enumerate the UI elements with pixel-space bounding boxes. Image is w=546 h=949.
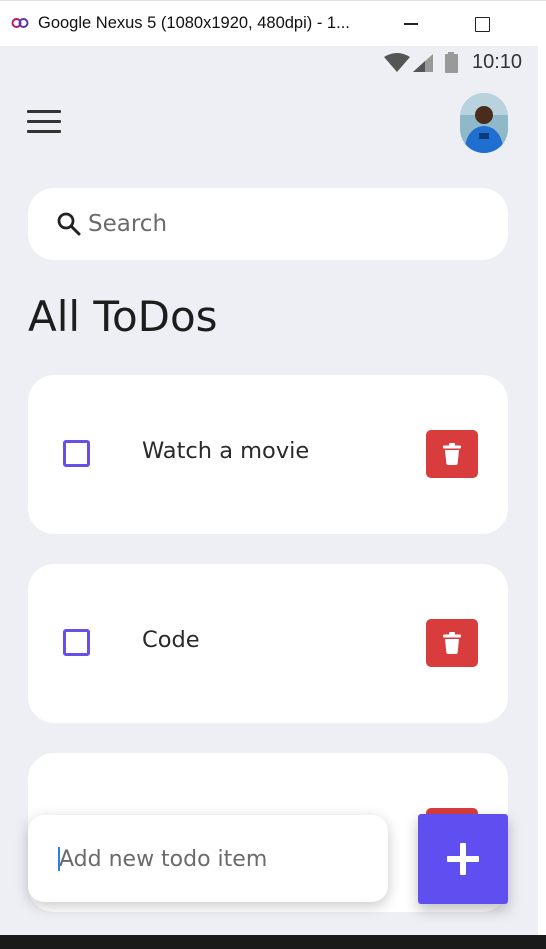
delete-button[interactable] [426,430,478,478]
window-bottom-edge [0,935,546,949]
new-todo-field[interactable] [28,815,388,902]
trash-icon [443,632,461,654]
emulator-logo-icon [11,18,29,28]
todo-label: Code [142,627,200,653]
todo-checkbox[interactable] [63,629,90,656]
todo-item: Code [28,564,508,723]
todo-checkbox[interactable] [63,440,90,467]
cell-signal-icon [413,54,433,72]
search-bar[interactable] [28,188,508,260]
search-icon [57,212,81,236]
window-title: Google Nexus 5 (1080x1920, 480dpi) - 1..… [38,14,350,32]
trash-icon [443,443,461,465]
add-todo-button[interactable] [418,814,508,904]
app-screen: 10:10 All ToDos Watch a movie [0,46,538,935]
maximize-button[interactable] [468,11,494,37]
plus-icon [447,843,479,875]
window-edge [538,46,546,935]
avatar-image [460,93,508,153]
status-time: 10:10 [472,51,523,73]
wifi-icon [384,53,410,72]
status-icons [384,52,458,73]
search-input[interactable] [88,206,488,242]
new-todo-input[interactable] [59,841,369,877]
hamburger-menu-icon[interactable] [27,110,63,136]
status-bar: 10:10 [0,46,538,80]
minimize-button[interactable] [398,11,424,37]
battery-icon [445,52,458,73]
emulator-title-bar: Google Nexus 5 (1080x1920, 480dpi) - 1..… [0,0,546,46]
delete-button[interactable] [426,619,478,667]
todo-item: Watch a movie [28,375,508,534]
page-title: All ToDos [28,292,218,341]
todo-label: Watch a movie [142,438,310,464]
user-avatar[interactable] [460,93,508,153]
